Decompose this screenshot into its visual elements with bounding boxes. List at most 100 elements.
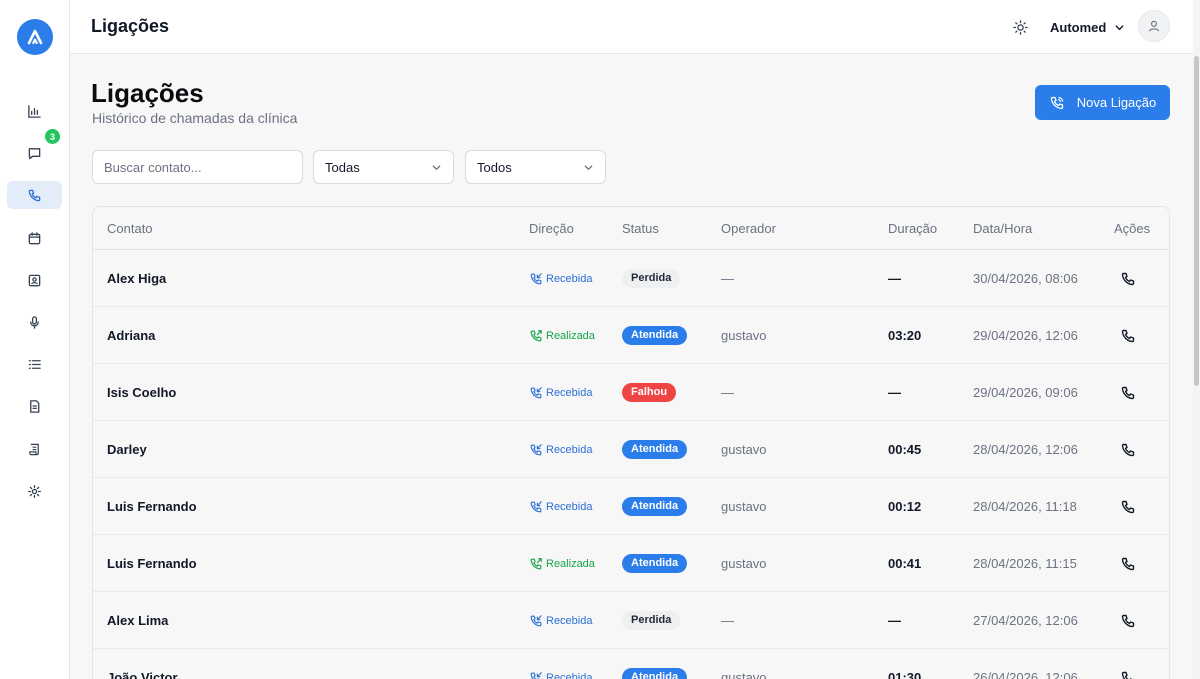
status-cell: Atendida (622, 649, 688, 679)
call-duration: 00:45 (888, 442, 922, 457)
sidebar-item-calls[interactable] (7, 181, 62, 209)
status-badge: Atendida (622, 554, 688, 573)
call-back-button[interactable] (1120, 364, 1136, 421)
table-row[interactable]: Alex Higa Recebida Perdida — — 30/04/2026, 08… (93, 250, 1169, 307)
table-row[interactable]: Luis Fernando Realizada Atendida gustavo 00:… (93, 535, 1169, 592)
sidebar-item-messages[interactable]: 3 (7, 129, 62, 167)
column-header-actions: Ações (1114, 221, 1151, 236)
call-back-button[interactable] (1120, 421, 1136, 478)
call-duration: 00:41 (888, 556, 922, 571)
scrollbar-thumb[interactable] (1194, 56, 1199, 386)
incoming-call-icon (530, 671, 542, 679)
topbar-title: Ligações (91, 16, 170, 36)
direction-filter-select[interactable]: Todas (313, 150, 454, 184)
status-filter-select[interactable]: Todos (465, 150, 606, 184)
status-cell: Perdida (622, 592, 681, 649)
call-direction-label: Realizada (546, 557, 595, 570)
call-datetime: 28/04/2026, 11:18 (973, 499, 1077, 514)
organization-name: Automed (1050, 19, 1107, 35)
call-direction: Recebida (529, 421, 592, 478)
call-back-button[interactable] (1120, 649, 1136, 679)
table-row[interactable]: Adriana Realizada Atendida gustavo 03:20 29/0… (93, 307, 1169, 364)
unread-badge: 3 (45, 129, 60, 144)
status-badge: Perdida (622, 269, 681, 288)
call-datetime: 30/04/2026, 08:06 (973, 271, 1078, 286)
column-header-contact[interactable]: Contato (107, 221, 153, 236)
organization-select[interactable]: Automed (1050, 17, 1125, 37)
status-badge: Atendida (622, 668, 688, 679)
call-direction: Recebida (529, 592, 592, 649)
status-badge: Falhou (622, 383, 677, 402)
status-cell: Atendida (622, 478, 688, 535)
status-badge: Atendida (622, 440, 688, 459)
table-row[interactable]: João Victor Recebida Atendida gustavo 01:30 2… (93, 649, 1169, 679)
new-call-label: Nova Ligação (1076, 95, 1157, 110)
sidebar-item-tasks[interactable] (7, 350, 62, 378)
sun-icon (1012, 19, 1028, 35)
app-logo[interactable] (17, 19, 53, 55)
sidebar-item-dashboard[interactable] (7, 97, 62, 125)
call-direction: Recebida (529, 649, 592, 679)
sidebar-item-settings[interactable] (7, 477, 62, 505)
status-filter-value: Todos (477, 159, 512, 175)
call-direction-label: Recebida (546, 386, 593, 399)
sidebar-item-documents[interactable] (7, 392, 62, 420)
incoming-call-icon (530, 272, 542, 284)
table-row[interactable]: Luis Fernando Recebida Atendida gustavo 00:1… (93, 478, 1169, 535)
call-icon (1121, 614, 1135, 627)
operator-name: gustavo (721, 499, 767, 514)
call-icon (1121, 557, 1135, 570)
call-back-button[interactable] (1120, 535, 1136, 592)
table-row[interactable]: Isis Coelho Recebida Falhou — — 29/04/2026, 0… (93, 364, 1169, 421)
sidebar-item-patients[interactable] (7, 266, 62, 294)
call-direction-label: Recebida (546, 443, 593, 456)
call-back-button[interactable] (1120, 592, 1136, 649)
call-direction: Realizada (529, 307, 595, 364)
contact-name: Adriana (107, 328, 156, 343)
incoming-call-icon (530, 443, 542, 455)
column-header-datetime[interactable]: Data/Hora (973, 221, 1032, 236)
call-icon (1121, 386, 1135, 399)
column-header-operator[interactable]: Operador (721, 221, 776, 236)
sidebar-item-records[interactable] (7, 435, 62, 463)
call-icon (1121, 443, 1135, 456)
user-avatar-button[interactable] (1138, 10, 1170, 42)
outgoing-call-icon (530, 329, 542, 341)
search-contact-input[interactable] (92, 150, 303, 184)
user-icon (1148, 20, 1160, 32)
theme-toggle-button[interactable] (1010, 17, 1030, 37)
call-datetime: 28/04/2026, 12:06 (973, 442, 1078, 457)
call-duration: 00:12 (888, 499, 922, 514)
call-datetime: 27/04/2026, 12:06 (973, 613, 1078, 628)
status-cell: Perdida (622, 250, 681, 307)
new-call-button[interactable]: Nova Ligação (1035, 85, 1170, 120)
incoming-call-icon (530, 500, 542, 512)
column-header-duration[interactable]: Duração (888, 221, 937, 236)
table-row[interactable]: Darley Recebida Atendida gustavo 00:45 28/04/… (93, 421, 1169, 478)
call-icon (1121, 671, 1134, 679)
column-header-status[interactable]: Status (622, 221, 659, 236)
operator-name: — (721, 613, 734, 628)
outgoing-call-icon (530, 557, 542, 569)
call-icon (1121, 329, 1135, 342)
call-direction-label: Realizada (546, 329, 595, 342)
call-icon (1121, 272, 1135, 285)
contact-name: Luis Fernando (107, 499, 197, 514)
contact-card-icon (28, 274, 41, 286)
list-icon (28, 359, 41, 369)
call-direction-label: Recebida (546, 500, 593, 513)
call-back-button[interactable] (1120, 250, 1136, 307)
call-direction: Recebida (529, 478, 592, 535)
table-row[interactable]: Alex Lima Recebida Perdida — — 27/04/2026, 12… (93, 592, 1169, 649)
call-back-button[interactable] (1120, 478, 1136, 535)
call-datetime: 29/04/2026, 09:06 (973, 385, 1078, 400)
call-direction: Realizada (529, 535, 595, 592)
call-duration: 01:30 (888, 670, 922, 679)
sidebar-item-recordings[interactable] (7, 308, 62, 336)
calendar-icon (28, 231, 41, 244)
call-back-button[interactable] (1120, 307, 1136, 364)
column-header-direction[interactable]: Direção (529, 221, 574, 236)
gear-icon (28, 484, 41, 498)
operator-name: — (721, 271, 734, 286)
sidebar-item-calendar[interactable] (7, 224, 62, 252)
